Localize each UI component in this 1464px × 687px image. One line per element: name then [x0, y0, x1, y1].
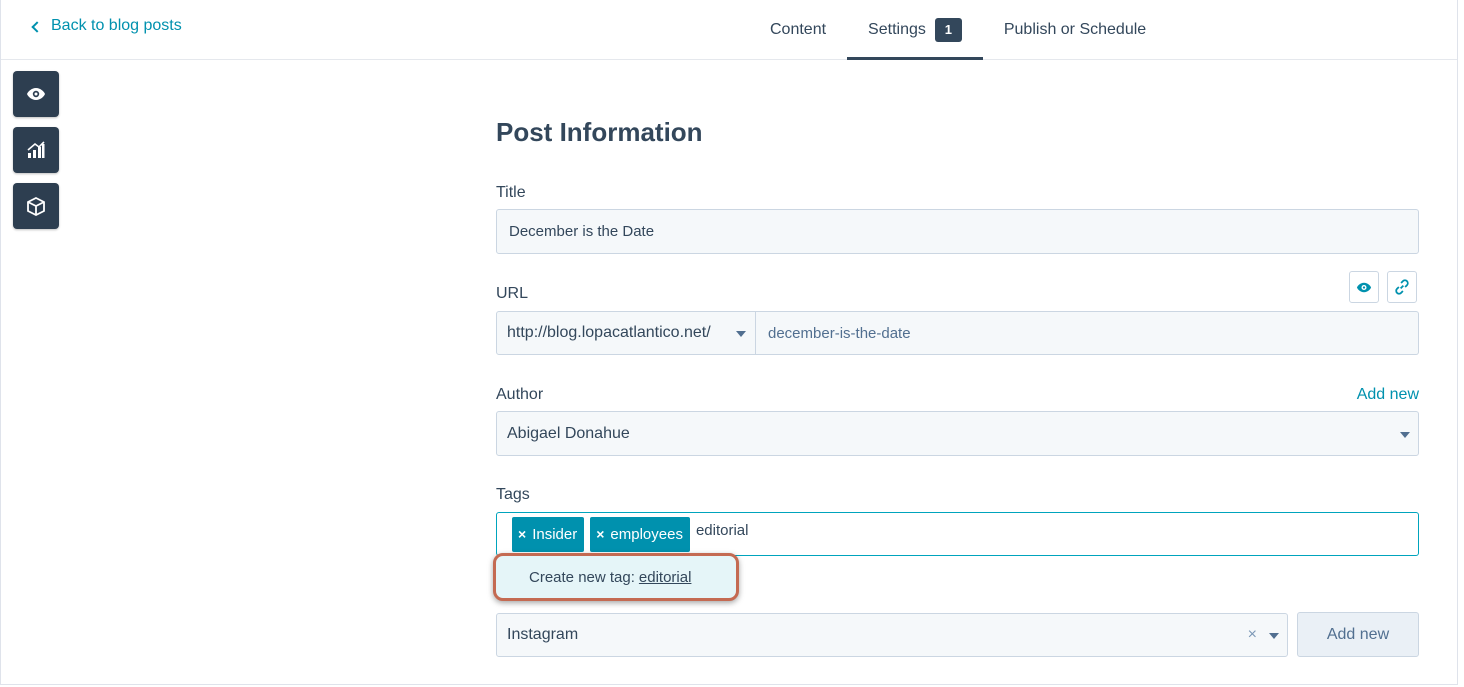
chart-icon: [27, 141, 45, 158]
chevron-left-icon: [31, 20, 43, 33]
clear-icon[interactable]: ×: [1248, 626, 1257, 644]
tag-chip-employees[interactable]: × employees: [590, 516, 690, 552]
tab-publish-or-schedule[interactable]: Publish or Schedule: [983, 0, 1167, 59]
eye-icon: [1356, 282, 1372, 292]
optimize-button[interactable]: [13, 127, 59, 173]
app-frame: Back to blog posts Content Settings 1 Pu…: [0, 0, 1458, 685]
chevron-down-icon: [1400, 432, 1410, 438]
chevron-down-icon: [736, 331, 746, 337]
box-icon: [27, 196, 45, 216]
url-domain-value: http://blog.lopacatlantico.net/: [507, 324, 711, 341]
back-link-label: Back to blog posts: [51, 17, 182, 34]
campaign-add-new-button[interactable]: Add new: [1297, 612, 1419, 657]
tab-content-label: Content: [770, 20, 827, 38]
preview-button[interactable]: [13, 71, 59, 117]
author-label: Author: [496, 386, 544, 403]
tab-settings[interactable]: Settings 1: [847, 0, 983, 60]
tag-chip-insider[interactable]: × Insider: [512, 516, 585, 552]
create-tag-value: editorial: [638, 568, 692, 586]
url-row: http://blog.lopacatlantico.net/ december…: [496, 311, 1419, 355]
copy-url-button[interactable]: [1387, 271, 1417, 303]
tags-label: Tags: [496, 486, 530, 503]
url-domain-select[interactable]: http://blog.lopacatlantico.net/: [496, 311, 756, 355]
campaign-select[interactable]: Instagram ×: [496, 613, 1288, 657]
title-label: Title: [496, 184, 526, 201]
campaign-value: Instagram: [507, 626, 579, 643]
chevron-down-icon: [1269, 633, 1279, 639]
title-input[interactable]: December is the Date: [496, 209, 1419, 254]
link-icon: [1395, 279, 1409, 295]
editor-header: Back to blog posts Content Settings 1 Pu…: [1, 0, 1457, 60]
remove-tag-icon[interactable]: ×: [596, 526, 604, 542]
tags-input[interactable]: × Insider × employees editorial: [496, 512, 1419, 556]
tag-label: employees: [610, 525, 683, 543]
settings-count-badge: 1: [934, 17, 962, 42]
tab-settings-label: Settings: [868, 20, 926, 38]
modules-button[interactable]: [13, 183, 59, 229]
author-add-new-link[interactable]: Add new: [1357, 386, 1419, 404]
author-value: Abigael Donahue: [507, 424, 630, 442]
tab-content[interactable]: Content: [749, 0, 847, 59]
url-label: URL: [496, 285, 529, 302]
section-title: Post Information: [496, 117, 703, 147]
tag-label: Insider: [532, 525, 578, 543]
back-to-blog-posts-link[interactable]: Back to blog posts: [31, 17, 182, 35]
url-slug-input[interactable]: december-is-the-date: [756, 311, 1419, 355]
remove-tag-icon[interactable]: ×: [518, 526, 526, 542]
tab-publish-label: Publish or Schedule: [1003, 20, 1147, 38]
editor-tabs: Content Settings 1 Publish or Schedule: [749, 0, 1167, 60]
preview-url-button[interactable]: [1349, 271, 1379, 303]
tag-typed-text[interactable]: editorial: [696, 522, 749, 539]
create-new-tag-option[interactable]: Create new tag: editorial: [493, 553, 739, 601]
create-tag-prefix: Create new tag:: [529, 568, 635, 586]
author-select[interactable]: Abigael Donahue: [496, 411, 1419, 456]
eye-icon: [27, 88, 45, 100]
